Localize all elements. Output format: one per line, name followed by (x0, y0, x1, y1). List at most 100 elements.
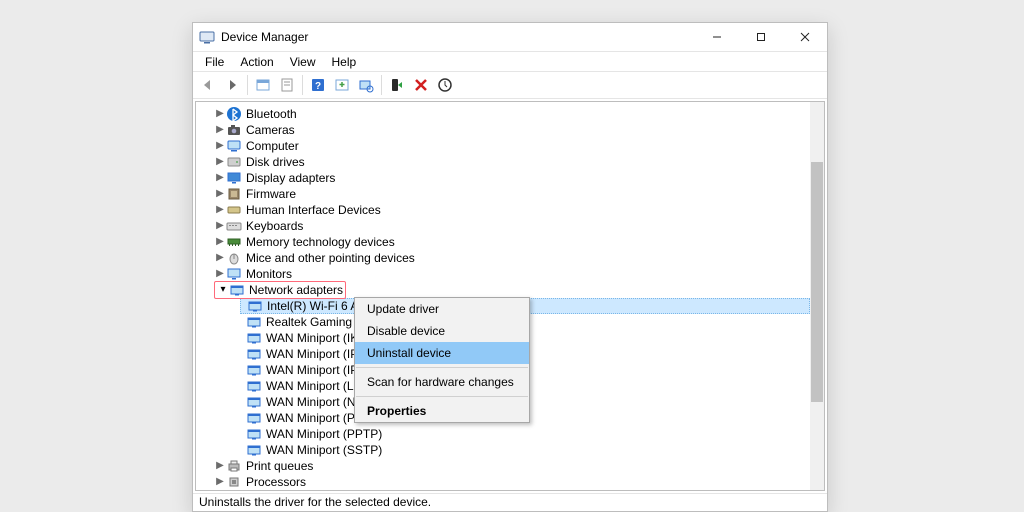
tree-item[interactable]: ▶ Bluetooth (214, 106, 810, 122)
expand-arrow-icon[interactable]: ▶ (214, 170, 226, 186)
window-title: Device Manager (221, 30, 308, 44)
tree-item-label: Monitors (246, 266, 292, 282)
network-adapter-icon (246, 362, 262, 378)
expand-arrow-icon[interactable]: ▶ (214, 266, 226, 282)
tree-item-label: Mice and other pointing devices (246, 250, 415, 266)
expand-arrow-icon[interactable]: ▶ (214, 138, 226, 154)
memory-icon (226, 234, 242, 250)
monitor-icon (226, 266, 242, 282)
menu-help[interactable]: Help (324, 53, 365, 71)
tree-item[interactable]: ▶ Memory technology devices (214, 234, 810, 250)
tree-item[interactable]: ▶ Monitors (214, 266, 810, 282)
network-adapter-icon (246, 426, 262, 442)
printer-icon (226, 458, 242, 474)
context-menu-item[interactable]: Update driver (355, 298, 529, 320)
context-menu-item[interactable]: Uninstall device (355, 342, 529, 364)
menu-view[interactable]: View (282, 53, 324, 71)
tree-item-label: WAN Miniport (IP) (266, 346, 362, 362)
show-hidden-button[interactable] (252, 74, 274, 96)
firmware-icon (226, 186, 242, 202)
tree-item-label: Memory technology devices (246, 234, 395, 250)
forward-button[interactable] (221, 74, 243, 96)
tree-item[interactable]: ▶ Firmware (214, 186, 810, 202)
expand-arrow-icon[interactable]: ▶ (214, 154, 226, 170)
cpu-icon (226, 474, 242, 490)
tree-item-label: Firmware (246, 186, 296, 202)
tree-subitem[interactable]: WAN Miniport (PPTP) (240, 426, 810, 442)
close-button[interactable] (783, 23, 827, 51)
tree-panel: ▶Bluetooth▶Cameras▶Computer▶Disk drives▶… (195, 101, 825, 491)
tree-item[interactable]: ▶ Processors (214, 474, 810, 490)
tree-item-label: Network adapters (249, 282, 343, 298)
app-icon (199, 29, 215, 45)
collapse-arrow-icon[interactable]: ▾ (217, 282, 229, 298)
context-menu-item[interactable]: Properties (355, 400, 529, 422)
context-menu-separator (356, 396, 528, 397)
expand-arrow-icon[interactable]: ▶ (214, 474, 226, 490)
menubar: File Action View Help (193, 51, 827, 71)
disk-icon (226, 154, 242, 170)
expand-arrow-icon[interactable]: ▶ (214, 458, 226, 474)
context-menu: Update driverDisable deviceUninstall dev… (354, 297, 530, 423)
expand-arrow-icon[interactable]: ▶ (214, 234, 226, 250)
svg-text:?: ? (315, 81, 321, 92)
minimize-button[interactable] (695, 23, 739, 51)
maximize-button[interactable] (739, 23, 783, 51)
status-text: Uninstalls the driver for the selected d… (199, 495, 431, 509)
tree-item[interactable]: ▶Cameras (214, 122, 810, 138)
network-adapter-icon (246, 410, 262, 426)
tree-item[interactable]: ▶ Mice and other pointing devices (214, 250, 810, 266)
tree-item-label: Disk drives (246, 154, 305, 170)
tree-item-label: Keyboards (246, 218, 303, 234)
tree-item[interactable]: ▶Print queues (214, 458, 810, 474)
highlight-annotation: ▾ Network adapters (214, 281, 346, 299)
tree-item[interactable]: ▶ Computer (214, 138, 810, 154)
context-menu-item[interactable]: Scan for hardware changes (355, 371, 529, 393)
tree-subitem[interactable]: WAN Miniport (SSTP) (240, 442, 810, 458)
network-adapter-icon (246, 394, 262, 410)
device-manager-window: Device Manager File Action View Help ? ▶… (192, 22, 828, 512)
network-adapter-icon (247, 298, 263, 314)
properties-button[interactable] (276, 74, 298, 96)
tree-item-label: WAN Miniport (Ne (266, 394, 362, 410)
menu-action[interactable]: Action (232, 53, 281, 71)
tree-item[interactable]: ▶Display adapters (214, 170, 810, 186)
mouse-icon (226, 250, 242, 266)
tree-item-label: WAN Miniport (L2T (266, 378, 368, 394)
tree-item-label: Processors (246, 474, 306, 490)
tree-item[interactable]: ▶ Keyboards (214, 218, 810, 234)
tree-item-network-adapters[interactable]: ▾ Network adapters (214, 282, 810, 298)
scroll-thumb[interactable] (811, 162, 823, 402)
expand-arrow-icon[interactable]: ▶ (214, 186, 226, 202)
status-bar: Uninstalls the driver for the selected d… (193, 493, 827, 511)
tree-item-label: Computer (246, 138, 299, 154)
tree-item[interactable]: ▶ Disk drives (214, 154, 810, 170)
scan-button[interactable] (355, 74, 377, 96)
vertical-scrollbar[interactable] (810, 102, 824, 490)
expand-arrow-icon[interactable]: ▶ (214, 122, 226, 138)
computer-icon (226, 138, 242, 154)
expand-arrow-icon[interactable]: ▶ (214, 218, 226, 234)
menu-file[interactable]: File (197, 53, 232, 71)
expand-arrow-icon[interactable]: ▶ (214, 202, 226, 218)
help-button[interactable]: ? (307, 74, 329, 96)
network-adapter-icon (246, 378, 262, 394)
enable-button[interactable] (386, 74, 408, 96)
titlebar: Device Manager (193, 23, 827, 51)
update-button[interactable] (434, 74, 456, 96)
uninstall-button[interactable] (410, 74, 432, 96)
action-button[interactable] (331, 74, 353, 96)
tree-item-label: Bluetooth (246, 106, 297, 122)
tree-item-label: WAN Miniport (IPv (266, 362, 364, 378)
tree-item[interactable]: ▶ Human Interface Devices (214, 202, 810, 218)
tree-item-label: Human Interface Devices (246, 202, 381, 218)
expand-arrow-icon[interactable]: ▶ (214, 106, 226, 122)
expand-arrow-icon[interactable]: ▶ (214, 250, 226, 266)
network-adapter-icon (246, 330, 262, 346)
device-tree[interactable]: ▶Bluetooth▶Cameras▶Computer▶Disk drives▶… (196, 102, 810, 490)
tree-item-label: WAN Miniport (SSTP) (266, 442, 382, 458)
camera-icon (226, 122, 242, 138)
back-button[interactable] (197, 74, 219, 96)
context-menu-item[interactable]: Disable device (355, 320, 529, 342)
toolbar: ? (193, 71, 827, 99)
